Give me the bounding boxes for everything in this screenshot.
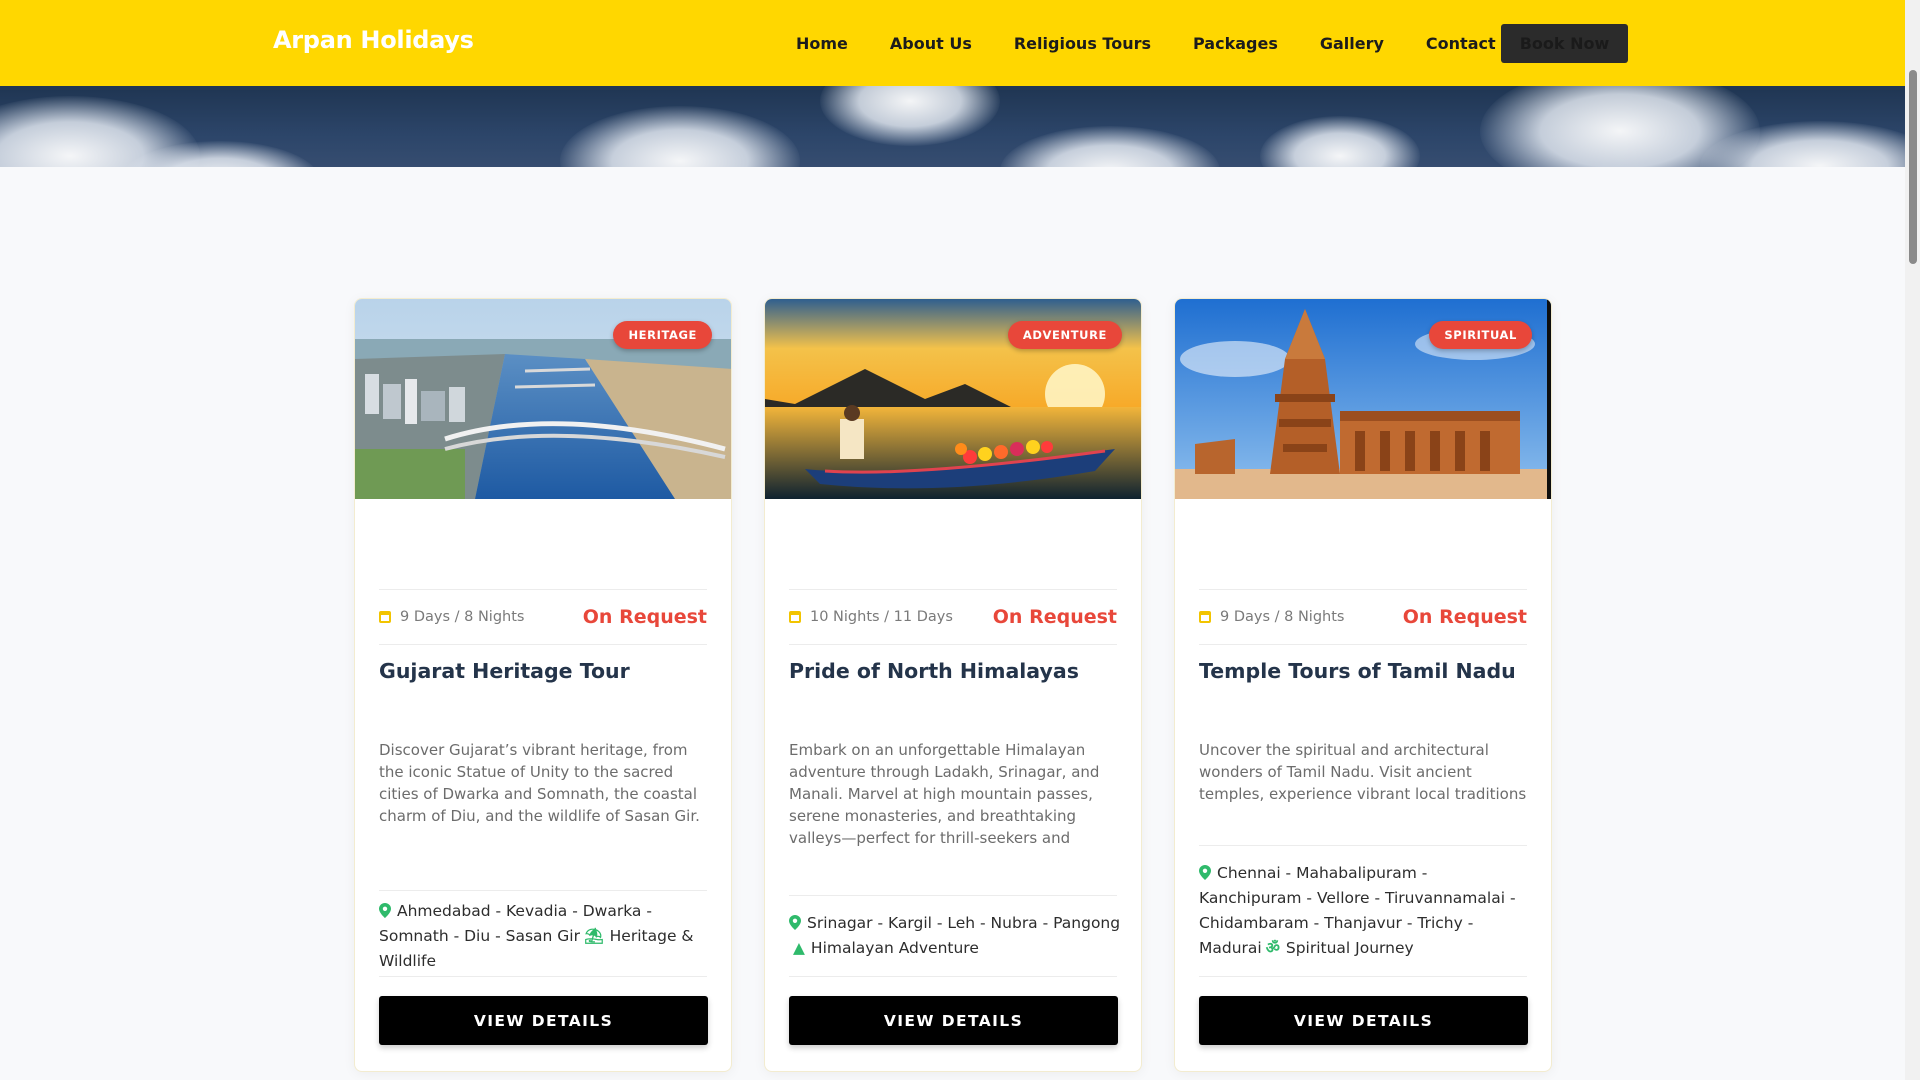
map-pin-icon	[1199, 865, 1211, 880]
nav-about-us[interactable]: About Us	[890, 34, 972, 53]
mountain-icon: ▲	[793, 939, 805, 957]
tour-image-gujarat[interactable]: HERITAGE	[355, 299, 731, 499]
duration: 9 Days / 8 Nights	[1199, 609, 1344, 625]
site-header: Arpan Holidays Home About Us Religious T…	[0, 0, 1905, 86]
beach-umbrella-icon: ⛱	[583, 927, 604, 945]
book-now-button[interactable]: Book Now	[1501, 24, 1628, 63]
nav-home[interactable]: Home	[796, 34, 848, 53]
duration: 9 Days / 8 Nights	[379, 609, 524, 625]
divider	[789, 976, 1117, 977]
calendar-icon	[379, 611, 391, 623]
tour-route: Srinagar - Kargil - Leh - Nubra - Pangon…	[789, 911, 1121, 961]
view-details-button[interactable]: VIEW DETAILS	[379, 996, 708, 1045]
divider	[379, 890, 707, 891]
tour-route: Ahmedabad - Kevadia - Dwarka - Somnath -…	[379, 899, 711, 974]
tour-meta: 9 Days / 8 Nights On Request	[1199, 589, 1527, 645]
divider	[789, 895, 1117, 896]
calendar-icon	[789, 611, 801, 623]
tour-description: Embark on an unforgettable Himalayan adv…	[789, 741, 1100, 847]
nav-contact[interactable]: Contact	[1426, 34, 1496, 53]
nav-gallery[interactable]: Gallery	[1320, 34, 1384, 53]
divider	[379, 976, 707, 977]
theme-text: Himalayan Adventure	[810, 939, 979, 957]
view-details-button[interactable]: VIEW DETAILS	[789, 996, 1118, 1045]
theme-text: Spiritual Journey	[1285, 939, 1414, 957]
duration-text: 10 Nights / 11 Days	[810, 609, 953, 625]
brand-logo[interactable]: Arpan Holidays	[273, 26, 474, 54]
tour-description: Discover Gujarat’s vibrant heritage, fro…	[379, 741, 700, 825]
price-text: On Request	[1402, 606, 1527, 628]
tour-title[interactable]: Pride of North Himalayas	[789, 659, 1121, 683]
map-pin-icon	[789, 915, 801, 930]
category-badge: SPIRITUAL	[1429, 321, 1532, 349]
divider	[1199, 845, 1527, 846]
nav-religious-tours[interactable]: Religious Tours	[1014, 34, 1151, 53]
tour-meta: 9 Days / 8 Nights On Request	[379, 589, 707, 645]
tour-card-himalayas: ADVENTURE 10 Nights / 11 Days On Request…	[764, 298, 1142, 1072]
tour-description: Uncover the spiritual and architectural …	[1199, 741, 1527, 809]
tour-route: Chennai - Mahabalipuram - Kanchipuram - …	[1199, 861, 1531, 961]
category-badge: ADVENTURE	[1007, 321, 1122, 349]
price-text: On Request	[992, 606, 1117, 628]
tour-card-tamil-nadu: SPIRITUAL 9 Days / 8 Nights On Request T…	[1174, 298, 1552, 1072]
duration: 10 Nights / 11 Days	[789, 609, 953, 625]
duration-text: 9 Days / 8 Nights	[1220, 609, 1345, 625]
tour-image-himalayas[interactable]: ADVENTURE	[765, 299, 1141, 499]
hero-banner	[0, 86, 1905, 167]
scrollbar-thumb[interactable]	[1909, 70, 1917, 264]
view-details-button[interactable]: VIEW DETAILS	[1199, 996, 1528, 1045]
nav-packages[interactable]: Packages	[1193, 34, 1278, 53]
tour-image-tamil-nadu[interactable]: SPIRITUAL	[1175, 299, 1551, 499]
category-badge: HERITAGE	[613, 321, 712, 349]
tour-meta: 10 Nights / 11 Days On Request	[789, 589, 1117, 645]
tour-title[interactable]: Temple Tours of Tamil Nadu	[1199, 659, 1531, 683]
price-text: On Request	[582, 606, 707, 628]
tour-title[interactable]: Gujarat Heritage Tour	[379, 659, 711, 683]
calendar-icon	[1199, 611, 1211, 623]
om-icon: ॐ	[1265, 939, 1280, 957]
page-scrollbar[interactable]	[1905, 0, 1920, 1080]
map-pin-icon	[379, 903, 391, 918]
tour-card-gujarat: HERITAGE 9 Days / 8 Nights On Request Gu…	[354, 298, 732, 1072]
duration-text: 9 Days / 8 Nights	[400, 609, 525, 625]
divider	[1199, 976, 1527, 977]
route-text: Srinagar - Kargil - Leh - Nubra - Pangon…	[807, 914, 1121, 932]
main-nav: Home About Us Religious Tours Packages G…	[796, 0, 1538, 86]
